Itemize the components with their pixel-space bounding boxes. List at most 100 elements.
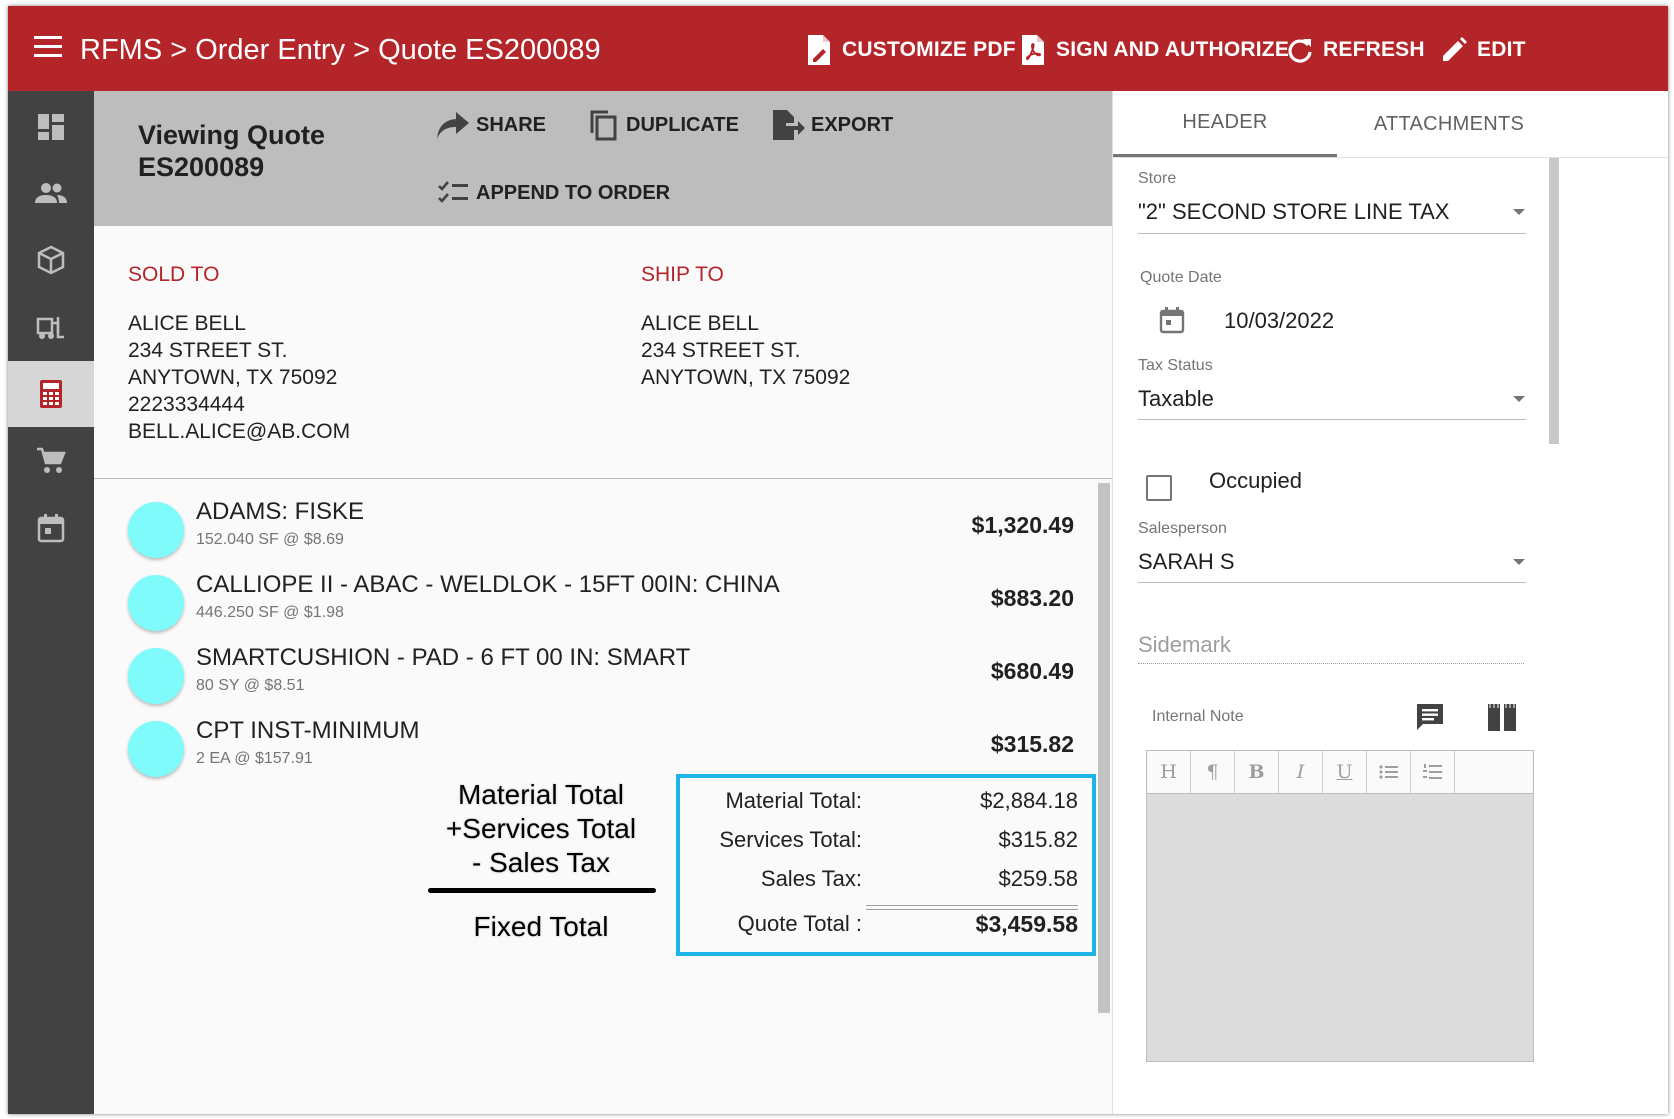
append-to-order-label: APPEND TO ORDER xyxy=(476,181,671,204)
page-title-line1: Viewing Quote xyxy=(138,120,326,150)
duplicate-button[interactable]: DUPLICATE xyxy=(586,107,739,143)
dashboard-icon xyxy=(38,114,64,140)
bulleted-list-button[interactable] xyxy=(1367,751,1411,793)
bold-button[interactable]: B xyxy=(1235,751,1279,793)
section-divider xyxy=(94,478,1200,479)
duplicate-label: DUPLICATE xyxy=(626,113,739,136)
columns-icon[interactable] xyxy=(1486,701,1518,733)
salesperson-dropdown-icon[interactable] xyxy=(1513,559,1525,565)
products-nav[interactable] xyxy=(8,227,94,293)
services-total-value: $315.82 xyxy=(998,827,1078,852)
sidemark-input[interactable]: Sidemark xyxy=(1138,632,1231,658)
customers-nav[interactable] xyxy=(8,160,94,226)
line-item-name: SMARTCUSHION - PAD - 6 FT 00 IN: SMART xyxy=(196,644,691,671)
sold-to-line: ALICE BELL xyxy=(128,312,246,335)
line-item-avatar xyxy=(128,502,184,558)
schedule-nav[interactable] xyxy=(8,495,94,561)
line-item-detail: 152.040 SF @ $8.69 xyxy=(196,531,344,548)
annotation-line: Material Total xyxy=(457,779,624,810)
breadcrumb: RFMS > Order Entry > Quote ES200089 xyxy=(80,34,601,66)
sold-to-address: ALICE BELL 234 STREET ST. ANYTOWN, TX 75… xyxy=(128,310,350,445)
tax-status-dropdown-icon[interactable] xyxy=(1513,396,1525,402)
sidemark-underline xyxy=(1138,663,1524,664)
panel-scrollbar[interactable] xyxy=(1549,158,1559,444)
edit-button[interactable]: EDIT xyxy=(1439,34,1526,66)
cart-icon xyxy=(37,447,66,473)
tab-attachments[interactable]: ATTACHMENTS xyxy=(1337,91,1561,157)
ship-to-title: SHIP TO xyxy=(641,263,724,286)
export-label: EXPORT xyxy=(811,113,894,136)
refresh-label: REFRESH xyxy=(1323,38,1425,61)
line-item-price: $1,320.49 xyxy=(971,512,1074,538)
refresh-button[interactable]: REFRESH xyxy=(1285,34,1425,66)
warehouse-nav[interactable] xyxy=(8,294,94,360)
pdf-file-icon xyxy=(804,34,834,66)
material-total-row: Material Total: $2,884.18 xyxy=(680,788,1092,820)
acrobat-pdf-icon xyxy=(1018,34,1048,66)
line-item[interactable]: CALLIOPE II - ABAC - WELDLOK - 15FT 00IN… xyxy=(124,571,1074,633)
append-to-order-button[interactable]: APPEND TO ORDER xyxy=(436,175,670,211)
sold-to-title: SOLD TO xyxy=(128,263,220,286)
line-items-scrollbar[interactable] xyxy=(1098,483,1110,1013)
salesperson-underline xyxy=(1138,582,1526,583)
menu-icon[interactable] xyxy=(34,36,62,58)
customize-pdf-label: CUSTOMIZE PDF xyxy=(842,38,1016,61)
line-item-name: ADAMS: FISKE xyxy=(196,498,365,525)
comment-icon[interactable] xyxy=(1415,702,1445,732)
underline-button[interactable]: U xyxy=(1323,751,1367,793)
totals-divider xyxy=(866,905,1078,906)
line-item[interactable]: CPT INST-MINIMUM 2 EA @ $157.91 $315.82 xyxy=(124,717,1074,779)
sign-authorize-label: SIGN AND AUTHORIZE xyxy=(1056,38,1290,61)
paragraph-button[interactable]: ¶ xyxy=(1191,751,1235,793)
occupied-checkbox[interactable] xyxy=(1146,475,1172,501)
tab-header[interactable]: HEADER xyxy=(1113,91,1337,157)
numbered-list-button[interactable] xyxy=(1411,751,1455,793)
export-file-icon xyxy=(771,108,805,142)
ship-to-line: ALICE BELL xyxy=(641,312,759,335)
box-icon xyxy=(37,245,65,275)
line-item-detail: 80 SY @ $8.51 xyxy=(196,677,305,694)
line-item-price: $883.20 xyxy=(990,585,1074,611)
calculator-icon xyxy=(40,380,62,408)
occupied-label: Occupied xyxy=(1209,468,1302,493)
ship-to-line: ANYTOWN, TX 75092 xyxy=(641,366,851,389)
material-total-label: Material Total: xyxy=(725,788,862,813)
quote-total-value: $3,459.58 xyxy=(975,911,1078,937)
quotes-nav[interactable] xyxy=(8,361,94,427)
sign-authorize-button[interactable]: SIGN AND AUTHORIZE xyxy=(1018,34,1289,66)
sales-tax-value: $259.58 xyxy=(998,866,1078,891)
sold-to-line: ANYTOWN, TX 75092 xyxy=(128,366,338,389)
page-title-line2: ES200089 xyxy=(138,152,265,182)
material-total-value: $2,884.18 xyxy=(980,788,1078,813)
dashboard-nav[interactable] xyxy=(8,94,94,160)
ship-to-line: 234 STREET ST. xyxy=(641,339,801,362)
italic-button[interactable]: I xyxy=(1279,751,1323,793)
customize-pdf-button[interactable]: CUSTOMIZE PDF xyxy=(804,34,1016,66)
internal-note-editor[interactable]: H ¶ B I U xyxy=(1146,750,1534,1062)
pencil-icon xyxy=(1439,34,1469,66)
quote-date-value[interactable]: 10/03/2022 xyxy=(1224,308,1334,334)
share-button[interactable]: SHARE xyxy=(436,107,546,143)
calendar-icon[interactable] xyxy=(1159,306,1185,334)
line-item[interactable]: ADAMS: FISKE 152.040 SF @ $8.69 $1,320.4… xyxy=(124,498,1074,560)
store-select[interactable]: "2" SECOND STORE LINE TAX xyxy=(1138,199,1449,225)
orders-nav[interactable] xyxy=(8,428,94,494)
page-title: Viewing Quote ES200089 xyxy=(138,119,325,183)
line-item-detail: 446.250 SF @ $1.98 xyxy=(196,604,344,621)
line-item-name: CPT INST-MINIMUM xyxy=(196,717,420,744)
export-button[interactable]: EXPORT xyxy=(771,107,893,143)
nav-rail xyxy=(8,91,94,1114)
calendar-icon xyxy=(37,514,65,543)
heading-button[interactable]: H xyxy=(1147,751,1191,793)
salesperson-select[interactable]: SARAH S xyxy=(1138,549,1235,575)
internal-note-label: Internal Note xyxy=(1152,708,1244,725)
sales-tax-label: Sales Tax: xyxy=(760,866,862,891)
line-item[interactable]: SMARTCUSHION - PAD - 6 FT 00 IN: SMART 8… xyxy=(124,644,1074,706)
store-label: Store xyxy=(1138,170,1177,187)
tax-status-select[interactable]: Taxable xyxy=(1138,386,1214,412)
totals-divider xyxy=(866,909,1078,910)
editor-toolbar: H ¶ B I U xyxy=(1147,751,1533,794)
line-item-name: CALLIOPE II - ABAC - WELDLOK - 15FT 00IN… xyxy=(196,571,780,598)
sales-tax-row: Sales Tax: $259.58 xyxy=(680,866,1092,898)
store-dropdown-icon[interactable] xyxy=(1513,209,1525,215)
